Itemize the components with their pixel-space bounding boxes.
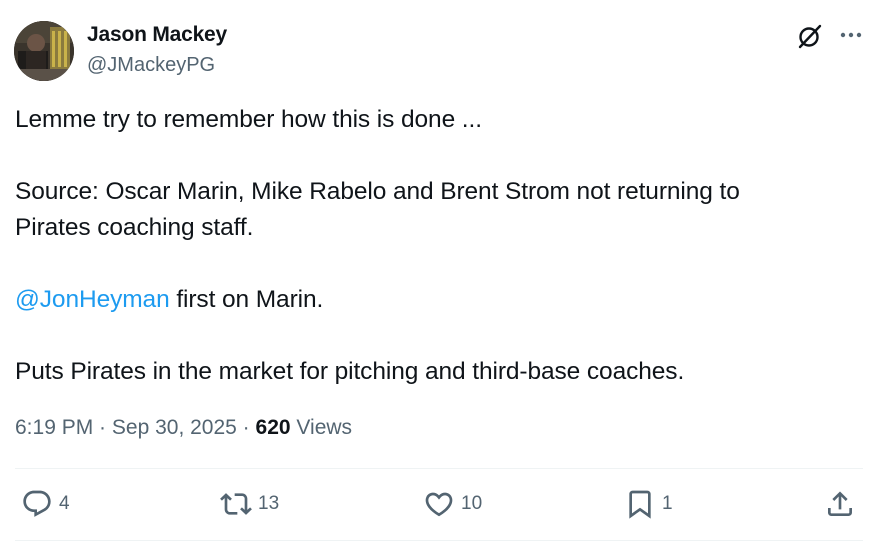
like-count: 10 [461, 493, 483, 514]
repost-icon [220, 493, 252, 515]
bookmark-count: 1 [662, 493, 673, 514]
grok-icon[interactable] [796, 22, 824, 50]
repost-button[interactable]: 13 [220, 486, 279, 522]
mention-followup-text: first on Marin. [169, 286, 324, 313]
tweet-line: @JonHeyman first on Marin. [15, 282, 875, 318]
mention-link[interactable]: @JonHeyman [15, 286, 170, 313]
user-handle[interactable]: @JMackeyPG [87, 54, 215, 77]
views-label: Views [290, 416, 353, 439]
share-icon [828, 491, 852, 516]
repost-count: 13 [258, 493, 280, 514]
reply-icon [23, 490, 51, 517]
avatar[interactable] [14, 21, 74, 81]
like-button[interactable]: 10 [423, 486, 482, 522]
meta-separator: · [236, 416, 256, 439]
tweet-date[interactable]: Sep 30, 2025 [112, 416, 237, 439]
reply-count: 4 [59, 493, 70, 514]
tweet-line: Source: Oscar Marin, Mike Rabelo and Bre… [15, 178, 740, 205]
divider [15, 468, 863, 469]
bookmark-icon [629, 490, 651, 519]
bookmark-button[interactable]: 1 [624, 486, 673, 522]
reply-button[interactable]: 4 [21, 486, 70, 522]
tweet-text: Lemme try to remember how this is done .… [15, 102, 875, 390]
tweet-card: Jason Mackey @JMackeyPG Lemme try to rem… [0, 0, 893, 542]
divider [15, 540, 863, 541]
tweet-meta: 6:19 PM · Sep 30, 2025 · 620 Views [15, 416, 352, 440]
heart-icon [425, 492, 453, 517]
tweet-line: Lemme try to remember how this is done .… [15, 106, 482, 133]
share-button[interactable] [824, 486, 856, 522]
tweet-line: Puts Pirates in the market for pitching … [15, 358, 685, 385]
display-name[interactable]: Jason Mackey [87, 23, 227, 47]
tweet-line: Pirates coaching staff. [15, 214, 254, 241]
views-count: 620 [255, 416, 291, 439]
tweet-time[interactable]: 6:19 PM [15, 416, 93, 439]
meta-separator: · [93, 416, 112, 439]
more-options-icon[interactable] [838, 22, 864, 48]
